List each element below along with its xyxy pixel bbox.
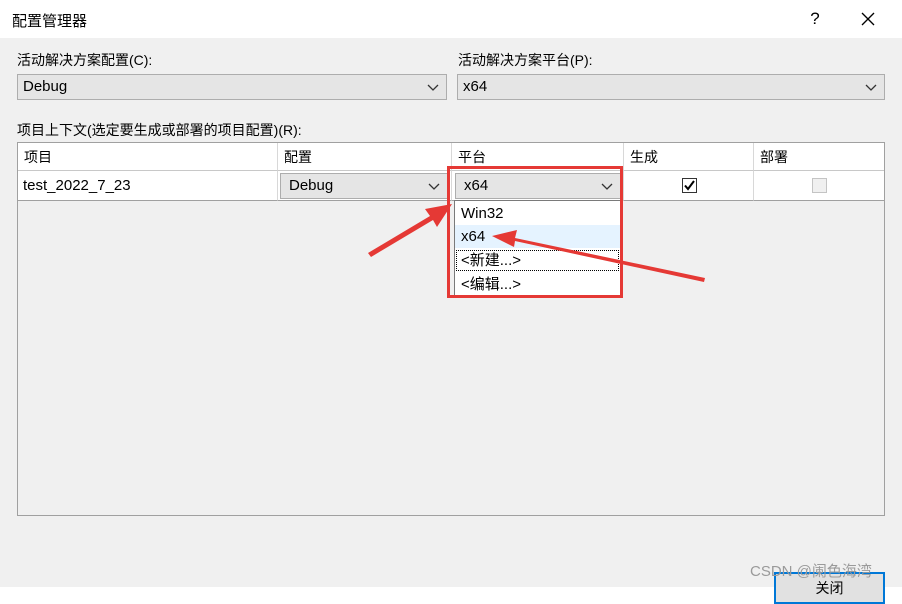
title-bar: 配置管理器 ? [0,0,902,38]
dialog-body: 活动解决方案配置(C): Debug 活动解决方案平台(P): x64 项目上下… [0,38,902,604]
active-config-label: 活动解决方案配置(C): [17,52,153,68]
configuration-combo[interactable]: Debug [280,173,448,199]
platform-value: x64 [464,177,489,194]
active-config-value: Debug [23,78,68,95]
column-header-platform[interactable]: 平台 [452,143,624,171]
dropdown-option-edit[interactable]: <编辑...> [455,273,620,296]
chevron-down-icon [601,183,613,190]
chevron-down-icon [427,84,439,91]
platform-combo[interactable]: x64 [455,173,621,199]
active-platform-value: x64 [463,78,488,95]
build-checkbox[interactable] [682,178,697,193]
platform-dropdown-list: Win32 x64 <新建...> <编辑...> [454,200,621,296]
active-platform-label: 活动解决方案平台(P): [458,52,593,68]
dropdown-option-new[interactable]: <新建...> [455,249,620,272]
deploy-checkbox[interactable] [812,178,827,193]
active-platform-combo[interactable]: x64 [457,74,885,100]
dropdown-option-x64[interactable]: x64 [455,225,620,248]
help-button[interactable]: ? [802,6,828,32]
configuration-value: Debug [289,177,334,194]
close-icon [861,12,875,26]
project-cell: test_2022_7_23 [18,171,278,201]
chevron-down-icon [428,183,440,190]
watermark-text: CSDN @阑色海湾 [750,563,872,580]
checkmark-icon [684,180,695,191]
window-close-button[interactable] [852,6,884,32]
column-header-project[interactable]: 项目 [18,143,278,171]
chevron-down-icon [865,84,877,91]
column-header-configuration[interactable]: 配置 [278,143,452,171]
window-title: 配置管理器 [12,13,88,30]
column-header-deploy[interactable]: 部署 [754,143,884,171]
project-context-label: 项目上下文(选定要生成或部署的项目配置)(R): [17,122,302,138]
dropdown-option-win32[interactable]: Win32 [455,202,620,225]
active-config-combo[interactable]: Debug [17,74,447,100]
project-context-grid: 项目 配置 平台 生成 部署 test_2022_7_23 Debug x64 [17,142,885,516]
column-header-build[interactable]: 生成 [624,143,754,171]
